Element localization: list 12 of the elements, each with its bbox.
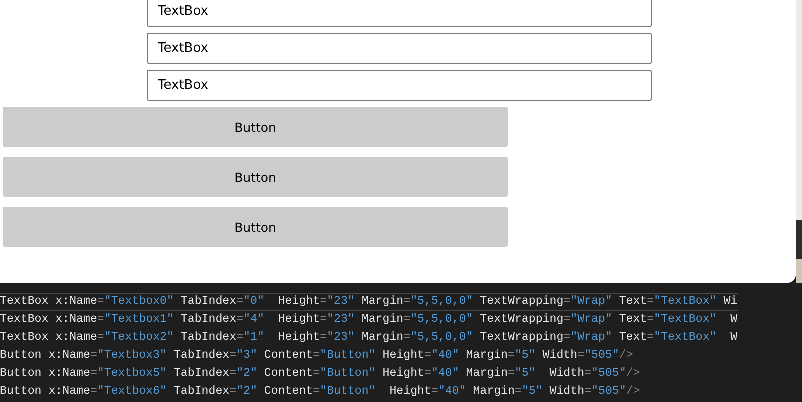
code-line: TextBox x:Name="Textbox1" TabIndex="4" Height="23" Margin="5,5,0,0" TextWrapping="Wrap" Text="TextBox" W	[0, 312, 738, 328]
button[interactable]: Button	[3, 207, 508, 247]
text-field[interactable]: TextBox	[147, 33, 652, 64]
code-line: Button x:Name="Textbox5" TabIndex="2" Content="Button" Height="40" Margin="5" Width="505"/>	[0, 366, 640, 382]
code-line: TextBox x:Name="Textbox2" TabIndex="1" Height="23" Margin="5,5,0,0" TextWrapping="Wrap" Text="TextBox" W	[0, 330, 738, 346]
code-line: Button x:Name="Textbox3" TabIndex="3" Content="Button" Height="40" Margin="5" Width="505"/>	[0, 348, 634, 364]
code-line: Button x:Name="Textbox6" TabIndex="2" Content="Button" Height="40" Margin="5" Width="505"/>	[0, 384, 640, 400]
button[interactable]: Button	[3, 157, 508, 197]
code-line: TextBox x:Name="Textbox0" TabIndex="0" Height="23" Margin="5,5,0,0" TextWrapping="Wrap" Text="TextBox" Wi	[0, 293, 738, 311]
button[interactable]: Button	[3, 107, 508, 147]
text-field[interactable]: TextBox	[147, 0, 652, 27]
text-field[interactable]: TextBox	[147, 70, 652, 101]
